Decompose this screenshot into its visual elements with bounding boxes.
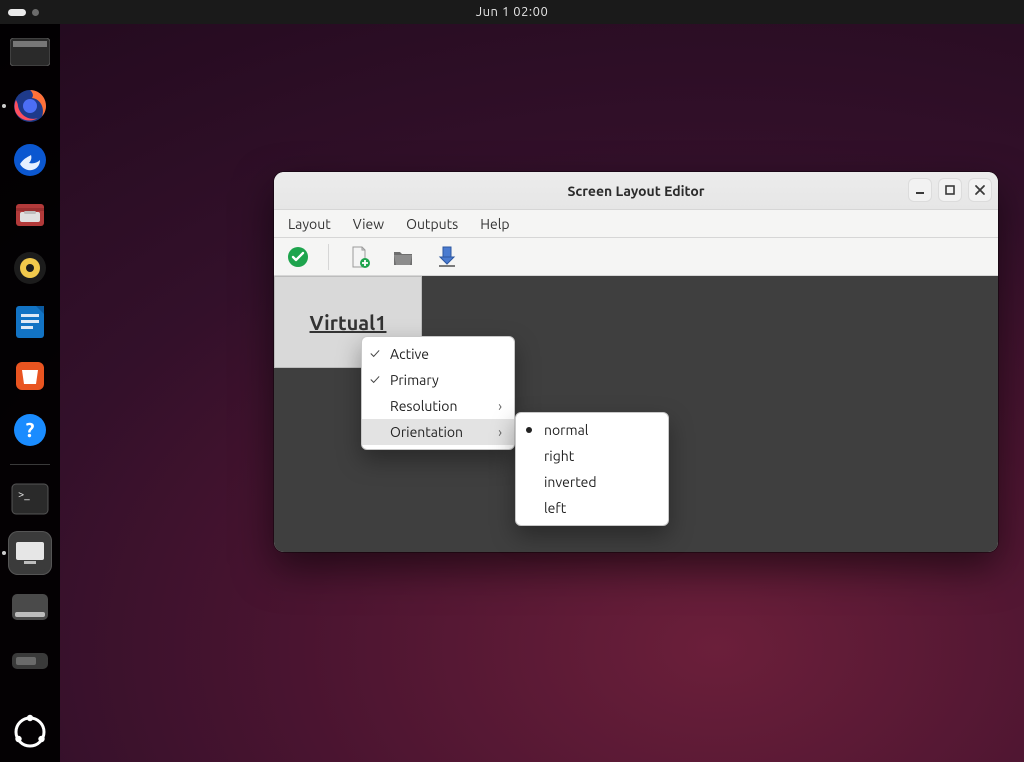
apply-check-icon <box>287 246 309 268</box>
window-minimize-button[interactable] <box>908 178 932 202</box>
menu-item-active[interactable]: ✓ Active <box>362 341 514 367</box>
chevron-right-icon: › <box>498 398 502 414</box>
shopping-bag-icon <box>10 356 50 396</box>
menu-item-label: Active <box>390 346 429 362</box>
menu-item-label: right <box>544 448 574 464</box>
orientation-inverted[interactable]: inverted <box>516 469 668 495</box>
close-icon <box>974 184 986 196</box>
orientation-submenu: normal right inverted left <box>515 412 669 526</box>
window-icon <box>10 592 50 622</box>
menu-layout[interactable]: Layout <box>286 214 333 234</box>
check-icon: ✓ <box>370 345 380 361</box>
window-thumbnail-icon <box>10 38 50 66</box>
files-icon <box>10 194 50 234</box>
dock-item-help[interactable]: ? <box>8 408 52 452</box>
menu-view[interactable]: View <box>351 214 386 234</box>
dock-item-libreoffice-writer[interactable] <box>8 300 52 344</box>
firefox-icon <box>10 86 50 126</box>
activities-button[interactable] <box>8 0 39 24</box>
output-label: Virtual1 <box>310 311 387 334</box>
menubar: Layout View Outputs Help <box>274 210 998 238</box>
top-bar: Jun 1 02:00 <box>0 0 1024 24</box>
window-maximize-button[interactable] <box>938 178 962 202</box>
check-icon: ✓ <box>370 371 380 387</box>
speaker-icon <box>10 248 50 288</box>
output-context-menu: ✓ Active ✓ Primary Resolution › Orientat… <box>361 336 515 450</box>
dock-item-firefox[interactable] <box>8 84 52 128</box>
chevron-right-icon: › <box>498 424 502 440</box>
apply-button[interactable] <box>282 241 314 273</box>
dock-item-arandr[interactable] <box>8 531 52 575</box>
clock[interactable]: Jun 1 02:00 <box>476 5 549 19</box>
radio-selected-icon <box>526 427 532 433</box>
dock-item-unknown-app[interactable] <box>8 585 52 629</box>
dock-item-show-apps[interactable] <box>8 710 52 754</box>
terminal-icon: >_ <box>10 482 50 516</box>
menu-item-primary[interactable]: ✓ Primary <box>362 367 514 393</box>
minimize-icon <box>914 184 926 196</box>
dock-item-thunderbird[interactable] <box>8 138 52 182</box>
window-title: Screen Layout Editor <box>567 183 704 199</box>
menu-item-label: Primary <box>390 372 439 388</box>
menu-item-label: Resolution <box>390 398 457 414</box>
dock-item-files[interactable] <box>8 192 52 236</box>
activities-dot-icon <box>32 9 39 16</box>
dock: ? >_ <box>0 24 60 762</box>
orientation-right[interactable]: right <box>516 443 668 469</box>
menu-help[interactable]: Help <box>478 214 511 234</box>
dock-separator <box>10 464 50 465</box>
svg-text:>_: >_ <box>18 489 30 501</box>
save-layout-button[interactable] <box>431 241 463 273</box>
dock-item-window-preview[interactable] <box>8 30 52 74</box>
orientation-left[interactable]: left <box>516 495 668 521</box>
dock-item-rhythmbox[interactable] <box>8 246 52 290</box>
menu-item-label: left <box>544 500 566 516</box>
ubuntu-logo-icon <box>10 712 50 752</box>
help-icon: ? <box>10 410 50 450</box>
dock-item-ubuntu-software[interactable] <box>8 354 52 398</box>
open-layout-button[interactable] <box>387 241 419 273</box>
thunderbird-icon <box>10 140 50 180</box>
new-layout-button[interactable] <box>343 241 375 273</box>
new-document-icon <box>347 245 371 269</box>
svg-text:?: ? <box>26 418 35 441</box>
maximize-icon <box>944 184 956 196</box>
toolbar-separator <box>328 244 329 270</box>
menu-item-label: inverted <box>544 474 597 490</box>
save-download-icon <box>436 245 458 269</box>
drive-icon <box>10 651 50 671</box>
menu-item-resolution[interactable]: Resolution › <box>362 393 514 419</box>
menu-outputs[interactable]: Outputs <box>404 214 460 234</box>
dock-item-terminal[interactable]: >_ <box>8 477 52 521</box>
menu-item-orientation[interactable]: Orientation › <box>362 419 514 445</box>
activities-pill-icon <box>8 9 26 16</box>
toolbar <box>274 238 998 276</box>
menu-item-label: Orientation <box>390 424 463 440</box>
window-close-button[interactable] <box>968 178 992 202</box>
window-titlebar[interactable]: Screen Layout Editor <box>274 172 998 210</box>
folder-open-icon <box>391 245 415 269</box>
menu-item-label: normal <box>544 422 588 438</box>
dock-item-drive[interactable] <box>8 639 52 683</box>
libreoffice-writer-icon <box>10 302 50 342</box>
display-settings-icon <box>10 536 50 570</box>
orientation-normal[interactable]: normal <box>516 417 668 443</box>
